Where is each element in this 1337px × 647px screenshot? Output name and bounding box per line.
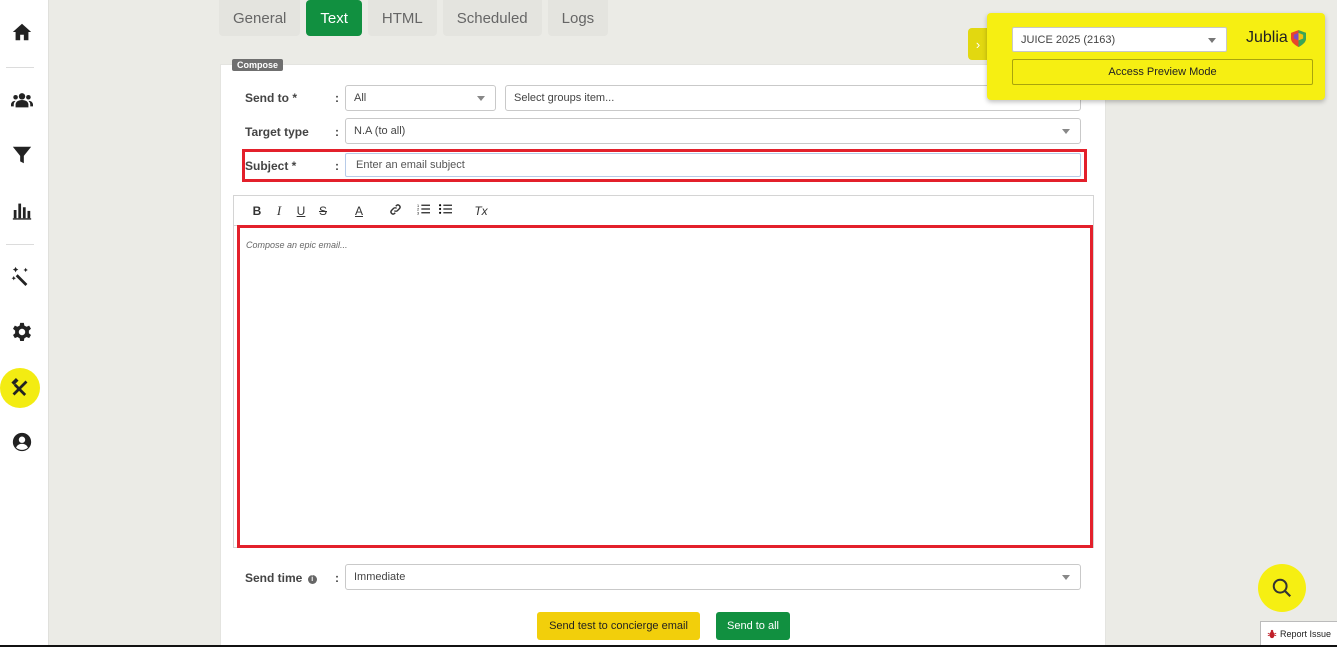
gear-icon[interactable] [4,314,40,350]
send-to-all-button[interactable]: Send to all [716,612,790,640]
target-type-select[interactable]: N.A (to all) [345,118,1081,144]
home-icon[interactable] [4,14,40,50]
italic-button[interactable]: I [268,203,290,219]
target-type-label: Target type [245,125,309,139]
send-to-select[interactable]: All [345,85,496,111]
chevron-right-icon[interactable]: › [968,28,988,60]
bar-chart-icon[interactable] [4,192,40,228]
tab-general[interactable]: General [219,0,301,36]
highlight-subject [242,149,1087,182]
strikethrough-button[interactable]: S [312,204,334,218]
text-color-button[interactable]: A [348,204,370,218]
users-icon[interactable] [4,82,40,118]
sidebar [0,0,49,647]
bullet-list-icon[interactable] [434,203,456,218]
tab-logs[interactable]: Logs [547,0,609,36]
send-to-label: Send to * [245,91,298,105]
chevron-down-icon [477,96,485,101]
tab-html[interactable]: HTML [367,0,437,36]
colon: : [335,125,339,139]
jublia-logo: Jublia [1246,29,1306,47]
magic-wand-icon[interactable] [4,258,40,294]
account-icon[interactable] [4,424,40,460]
colon: : [335,571,339,585]
event-value: JUICE 2025 (2163) [1021,33,1116,46]
search-fab[interactable] [1258,564,1306,612]
send-time-text: Send time [245,571,303,585]
report-issue-label: Report Issue [1280,629,1332,639]
report-issue-button[interactable]: Report Issue [1260,621,1337,647]
colon: : [335,91,339,105]
info-icon[interactable]: i [307,575,317,584]
access-preview-button[interactable]: Access Preview Mode [1012,59,1313,85]
tab-scheduled[interactable]: Scheduled [442,0,542,36]
bold-button[interactable]: B [246,204,268,218]
chevron-down-icon [1062,129,1070,134]
send-time-label: Send time i [245,571,317,585]
event-select[interactable]: JUICE 2025 (2163) [1012,27,1227,52]
sidebar-divider [6,244,34,245]
logo-text: Jublia [1246,29,1288,46]
send-time-select[interactable]: Immediate [345,564,1081,590]
underline-button[interactable]: U [290,204,312,218]
send-to-value: All [354,92,367,104]
groups-placeholder: Select groups item... [514,92,615,104]
filter-icon[interactable] [4,137,40,173]
svg-text:3: 3 [417,211,419,215]
clear-format-button[interactable]: Tx [470,204,492,218]
chevron-down-icon [1062,575,1070,580]
tools-icon[interactable] [0,368,40,408]
logo-shield-icon [1290,29,1306,47]
search-icon [1272,578,1292,598]
tab-text[interactable]: Text [306,0,362,36]
bug-icon [1267,629,1277,639]
ordered-list-icon[interactable]: 123 [412,203,434,218]
link-icon[interactable] [384,203,406,219]
tab-bar: General Text HTML Scheduled Logs [219,0,609,36]
compose-badge: Compose [232,59,284,71]
send-test-button[interactable]: Send test to concierge email [537,612,700,640]
editor-toolbar: B I U S A 123 Tx [234,196,1093,226]
send-time-value: Immediate [354,571,406,583]
target-type-value: N.A (to all) [354,125,406,137]
sidebar-divider [6,67,34,68]
highlight-editor [237,225,1093,548]
chevron-down-icon [1208,38,1216,43]
